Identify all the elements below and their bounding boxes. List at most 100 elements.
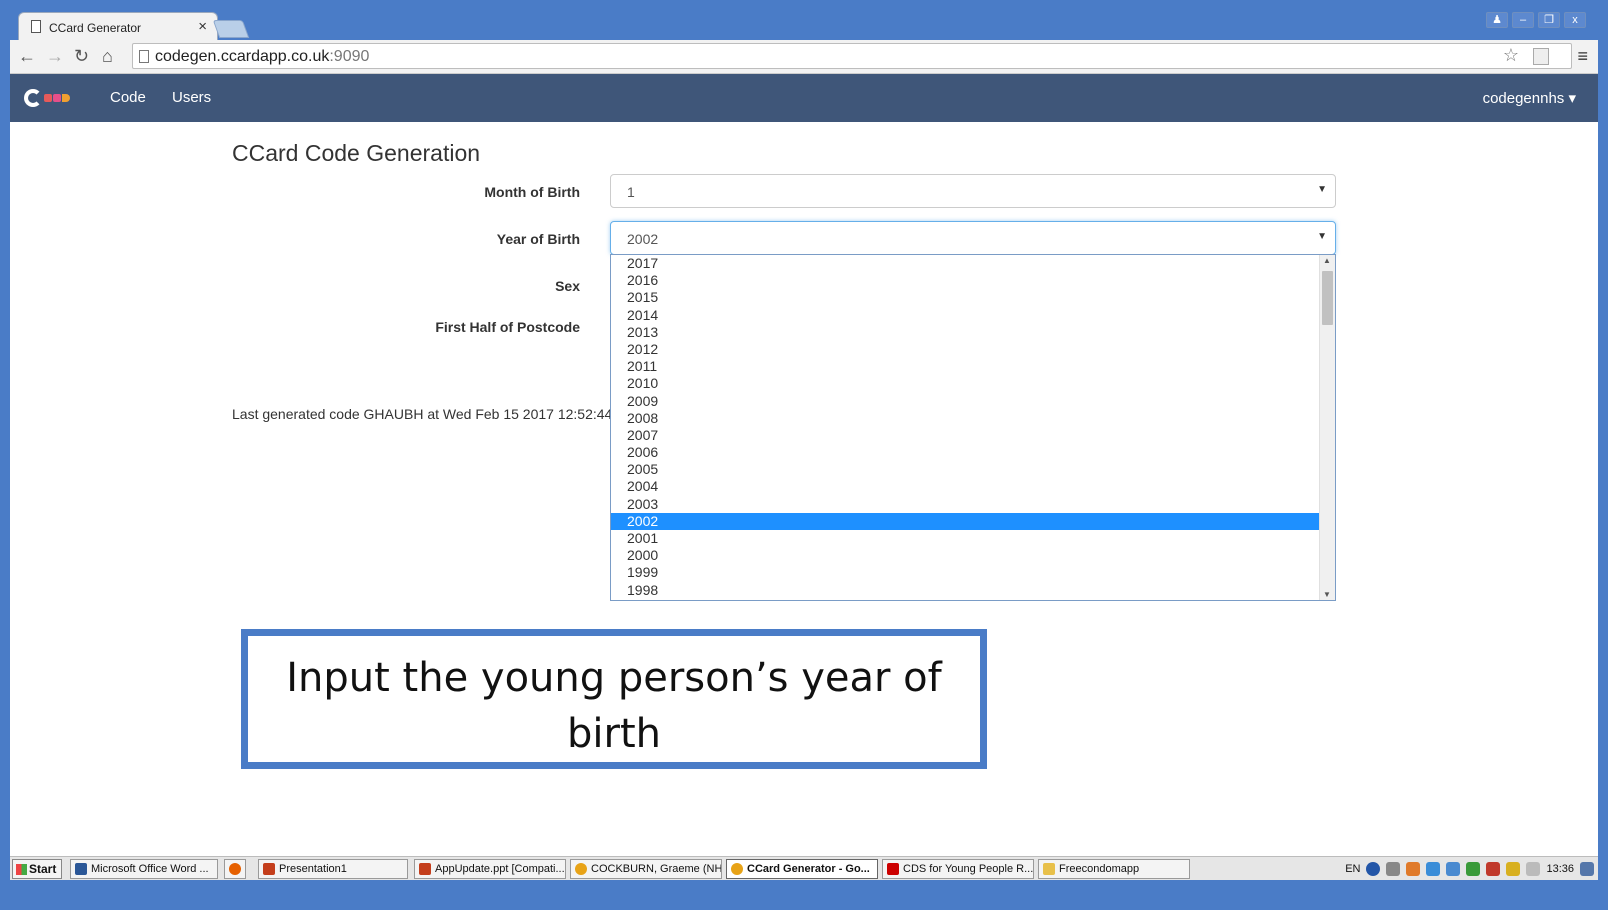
year-option[interactable]: 2013 — [611, 324, 1320, 341]
user-icon[interactable]: ♟ — [1486, 12, 1508, 28]
year-option[interactable]: 2006 — [611, 444, 1320, 461]
taskbar-item-cockburn[interactable]: COCKBURN, Graeme (NH... — [570, 859, 722, 879]
scroll-down-icon[interactable]: ▼ — [1323, 590, 1331, 599]
year-option[interactable]: 2010 — [611, 375, 1320, 392]
year-option[interactable]: 1998 — [611, 582, 1320, 599]
taskbar-item-label: COCKBURN, Graeme (NH... — [591, 863, 722, 875]
scroll-up-icon[interactable]: ▲ — [1323, 256, 1331, 265]
taskbar-item-cds[interactable]: CDS for Young People R... — [882, 859, 1034, 879]
volume-icon[interactable] — [1526, 862, 1541, 876]
new-tab-button[interactable] — [212, 20, 250, 38]
month-label: Month of Birth — [484, 184, 580, 200]
year-option[interactable]: 1999 — [611, 564, 1320, 581]
firefox-icon — [229, 863, 241, 875]
year-option[interactable]: 2000 — [611, 547, 1320, 564]
logo-dot-orange — [62, 94, 70, 102]
year-option[interactable]: 2016 — [611, 272, 1320, 289]
forward-icon[interactable]: → — [46, 46, 64, 67]
chrome-icon — [731, 863, 743, 875]
year-option[interactable]: 2014 — [611, 307, 1320, 324]
nav-code-link[interactable]: Code — [110, 89, 146, 106]
clock: 13:36 — [1546, 863, 1574, 875]
back-icon[interactable]: ← — [18, 46, 36, 67]
show-desktop-icon[interactable] — [1580, 862, 1594, 876]
user-menu[interactable]: codegennhs ▾ — [1483, 89, 1576, 107]
year-option[interactable]: 2007 — [611, 427, 1320, 444]
year-dropdown-list[interactable]: 2017 2016 2015 2014 2013 2012 2011 2010 2009 2008… — [610, 254, 1336, 601]
nav-users-link[interactable]: Users — [172, 89, 211, 106]
taskbar-item-word[interactable]: Microsoft Office Word ... — [70, 859, 218, 879]
year-option[interactable]: 2011 — [611, 358, 1320, 375]
sync-icon[interactable] — [1446, 862, 1461, 876]
year-label: Year of Birth — [496, 231, 580, 247]
year-option[interactable]: 2017 — [611, 255, 1320, 272]
logo-dot-pink — [53, 94, 61, 102]
tab-strip: CCard Generator × ♟ – ❐ x — [10, 8, 1598, 42]
close-window-button[interactable]: x — [1564, 12, 1586, 28]
instruction-callout: Input the young person’s year of birth — [241, 629, 987, 769]
postcode-label: First Half of Postcode — [435, 319, 580, 335]
callout-line-2: birth — [567, 711, 661, 757]
device-icon[interactable] — [1386, 862, 1401, 876]
chrome-icon — [575, 863, 587, 875]
taskbar-item-appupdate[interactable]: AppUpdate.ppt [Compati... — [414, 859, 566, 879]
logo-dot-red — [44, 94, 52, 102]
home-icon[interactable]: ⌂ — [102, 46, 113, 67]
scroll-thumb[interactable] — [1322, 271, 1333, 325]
month-select[interactable]: 1 ▼ — [610, 174, 1336, 208]
year-option[interactable]: 2012 — [611, 341, 1320, 358]
minimize-button[interactable]: – — [1512, 12, 1534, 28]
network-icon[interactable] — [1426, 862, 1441, 876]
powerpoint-icon — [263, 863, 275, 875]
word-icon — [75, 863, 87, 875]
url-host: codegen.ccardapp.co.uk — [155, 48, 330, 65]
browser-tab[interactable]: CCard Generator × — [18, 12, 218, 42]
bookmark-star-icon[interactable]: ☆ — [1503, 45, 1519, 66]
security-icon[interactable] — [1486, 862, 1501, 876]
year-option[interactable]: 2009 — [611, 393, 1320, 410]
year-option[interactable]: 2005 — [611, 461, 1320, 478]
window-controls: ♟ – ❐ x — [1486, 12, 1586, 28]
year-select[interactable]: 2002 ▼ — [610, 221, 1336, 255]
menu-icon[interactable]: ≡ — [1577, 46, 1588, 67]
year-option[interactable]: 2001 — [611, 530, 1320, 547]
year-option[interactable]: 2003 — [611, 496, 1320, 513]
restore-button[interactable]: ❐ — [1538, 12, 1560, 28]
windows-taskbar: Start Microsoft Office Word ... Presenta… — [10, 856, 1598, 880]
folder-icon — [1043, 863, 1055, 875]
app-tray-icon[interactable] — [1406, 862, 1421, 876]
year-option[interactable]: 2015 — [611, 289, 1320, 306]
windows-logo-icon — [16, 864, 27, 875]
page-icon — [139, 50, 149, 63]
language-indicator[interactable]: EN — [1345, 859, 1360, 879]
update-icon[interactable] — [1466, 862, 1481, 876]
url-port: :9090 — [329, 48, 370, 65]
shield-icon[interactable] — [1506, 862, 1521, 876]
taskbar-item-firefox[interactable] — [224, 859, 246, 879]
year-option[interactable]: 2008 — [611, 410, 1320, 427]
start-label: Start — [29, 862, 57, 876]
close-tab-icon[interactable]: × — [198, 18, 207, 35]
address-bar[interactable]: codegen.ccardapp.co.uk:9090 ☆ — [132, 43, 1572, 69]
help-icon[interactable] — [1366, 862, 1381, 876]
taskbar-item-label: CCard Generator - Go... — [747, 863, 870, 875]
taskbar-item-label: CDS for Young People R... — [903, 863, 1034, 875]
tab-title: CCard Generator — [49, 21, 142, 35]
reload-icon[interactable]: ↻ — [74, 46, 89, 67]
logo-c-mark — [24, 89, 42, 107]
chevron-down-icon: ▼ — [1317, 184, 1327, 195]
start-button[interactable]: Start — [12, 859, 62, 879]
taskbar-item-presentation[interactable]: Presentation1 — [258, 859, 408, 879]
year-option[interactable]: 2002 — [611, 512, 1320, 530]
ccard-logo[interactable] — [24, 89, 70, 107]
dropdown-scrollbar[interactable]: ▲ ▼ — [1319, 255, 1335, 600]
year-option[interactable]: 2004 — [611, 478, 1320, 495]
app-navbar: Code Users codegennhs ▾ — [10, 74, 1598, 122]
extension-icon[interactable] — [1533, 48, 1549, 65]
last-generated-text: Last generated code GHAUBH at Wed Feb 15… — [232, 406, 613, 422]
year-options: 2017 2016 2015 2014 2013 2012 2011 2010 2009 2008… — [611, 255, 1335, 599]
taskbar-item-ccard[interactable]: CCard Generator - Go... — [726, 859, 878, 879]
taskbar-item-label: Presentation1 — [279, 863, 347, 875]
taskbar-item-label: Microsoft Office Word ... — [91, 863, 209, 875]
taskbar-item-freecondomapp[interactable]: Freecondomapp — [1038, 859, 1190, 879]
